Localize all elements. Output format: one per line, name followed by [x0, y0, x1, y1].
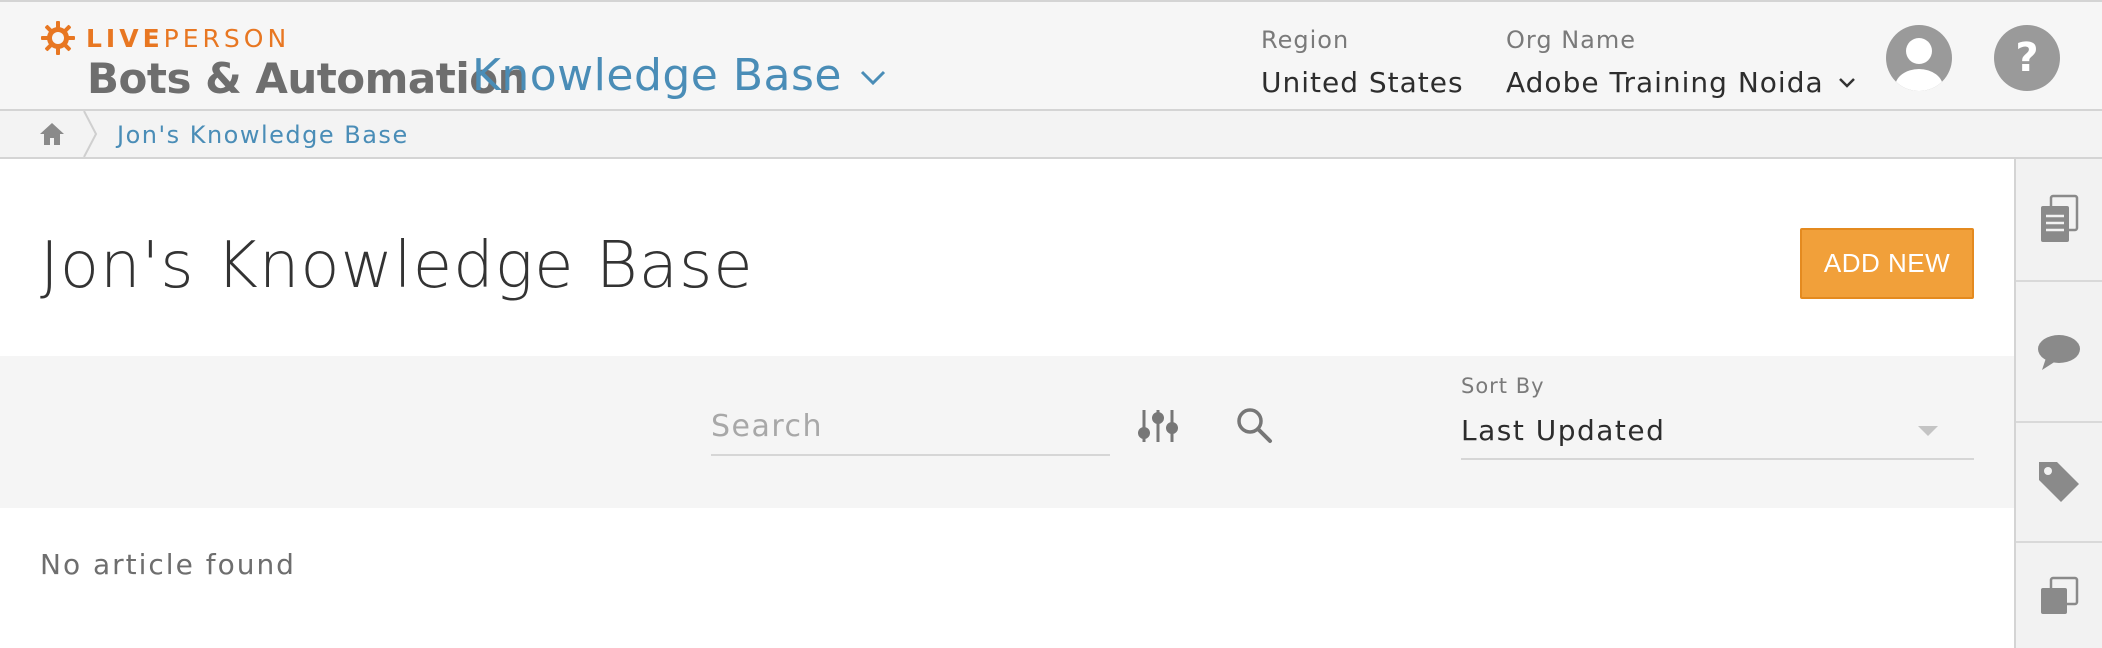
- org-label: Org Name: [1506, 26, 1637, 54]
- user-avatar-icon[interactable]: [1886, 25, 1952, 91]
- right-rail: [2014, 159, 2102, 648]
- knowledge-base-switcher-label: Knowledge Base: [472, 50, 842, 101]
- empty-state-message: No article found: [40, 548, 296, 581]
- knowledge-base-switcher[interactable]: Knowledge Base: [472, 50, 886, 101]
- help-icon[interactable]: ?: [1994, 25, 2060, 91]
- search-field: [711, 399, 1110, 456]
- liveperson-logo[interactable]: LIVEPERSON: [40, 20, 290, 56]
- breadcrumb: Jon's Knowledge Base: [0, 111, 2102, 159]
- brand-bold: LIVE: [86, 23, 164, 53]
- region-value: United States: [1261, 66, 1464, 99]
- breadcrumb-separator-icon: [83, 111, 98, 157]
- brand-light: PERSON: [163, 23, 291, 53]
- org-value-row: Adobe Training Noida: [1506, 66, 1856, 99]
- article-toolbar: Sort By Last Updated: [0, 356, 2014, 508]
- tag-icon: [2039, 462, 2079, 502]
- region-info: Region United States: [1261, 26, 1464, 99]
- filter-sliders-icon[interactable]: [1136, 406, 1180, 446]
- person-silhouette-icon: [1895, 38, 1943, 91]
- liveperson-sun-icon: [41, 21, 75, 55]
- app-title: Bots & Automation: [87, 54, 528, 103]
- breadcrumb-current[interactable]: Jon's Knowledge Base: [117, 121, 409, 149]
- org-value: Adobe Training Noida: [1506, 66, 1824, 99]
- copy-icon: [2041, 576, 2079, 614]
- home-icon[interactable]: [38, 121, 66, 147]
- page-title: Jon's Knowledge Base: [40, 229, 754, 303]
- chevron-down-icon: [1838, 77, 1855, 88]
- sort-by-select[interactable]: Sort By Last Updated: [1461, 374, 1974, 460]
- sort-by-value: Last Updated: [1461, 414, 1666, 447]
- region-label: Region: [1261, 26, 1350, 54]
- top-header: LIVEPERSON Bots & Automation Knowledge B…: [0, 0, 2102, 111]
- chevron-down-icon: [860, 70, 886, 85]
- rail-item-tags[interactable]: [2016, 423, 2102, 543]
- dropdown-caret-icon: [1918, 426, 1938, 436]
- chat-bubble-icon: [2038, 334, 2080, 370]
- main-content: Jon's Knowledge Base ADD NEW Sort By Las…: [0, 159, 2014, 648]
- search-input[interactable]: [711, 399, 1110, 454]
- add-new-button[interactable]: ADD NEW: [1800, 228, 1974, 299]
- brand-wordmark: LIVEPERSON: [86, 24, 290, 53]
- rail-item-articles[interactable]: [2016, 159, 2102, 282]
- org-selector[interactable]: Org Name Adobe Training Noida: [1506, 26, 1856, 99]
- search-icon[interactable]: [1235, 406, 1273, 444]
- rail-item-copy[interactable]: [2016, 543, 2102, 648]
- sort-by-label: Sort By: [1461, 374, 1545, 398]
- articles-icon: [2041, 194, 2079, 242]
- rail-item-conversations[interactable]: [2016, 282, 2102, 423]
